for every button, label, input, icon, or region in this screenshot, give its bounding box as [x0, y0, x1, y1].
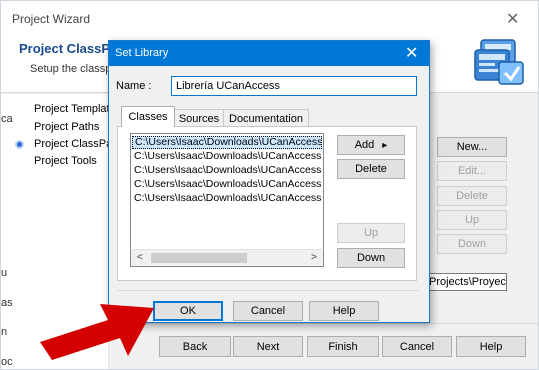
help-button[interactable]: Help: [309, 301, 379, 321]
list-item[interactable]: C:\Users\Isaac\Downloads\UCanAccess: [132, 150, 322, 163]
wizard-down-button[interactable]: Down: [437, 234, 507, 254]
chevron-right-icon: ▸: [382, 139, 388, 151]
wizard-close-icon[interactable]: ✕: [506, 9, 519, 29]
list-item[interactable]: C:\Users\Isaac\Downloads\UCanAccess: [132, 192, 322, 205]
project-path-field[interactable]: Projects\Proyect: [426, 273, 507, 291]
dialog-title-bar: Set Library ✕: [109, 41, 429, 66]
edit-button[interactable]: Edit...: [437, 161, 507, 181]
scroll-left-icon[interactable]: <: [137, 252, 143, 263]
tab-documentation[interactable]: Documentation: [223, 109, 309, 127]
current-step-icon: [15, 140, 24, 149]
wizard-cancel-button[interactable]: Cancel: [382, 336, 452, 357]
dialog-close-icon[interactable]: ✕: [405, 43, 418, 63]
up-button[interactable]: Up: [337, 223, 405, 243]
nav-project-template[interactable]: Project Template: [34, 103, 116, 115]
dialog-divider: [117, 290, 419, 291]
list-item[interactable]: C:\Users\Isaac\Downloads\UCanAccess: [132, 136, 322, 149]
wizard-title-bar: Project Wizard ✕: [1, 1, 538, 35]
add-button-label: Add: [354, 139, 375, 151]
cut-off-text: as: [1, 297, 13, 309]
tab-classes[interactable]: Classes: [121, 106, 175, 127]
cancel-button[interactable]: Cancel: [233, 301, 303, 321]
horizontal-scrollbar[interactable]: < >: [130, 249, 324, 267]
cut-off-text: u: [1, 267, 8, 279]
cut-off-text: oc: [1, 356, 13, 368]
list-item[interactable]: C:\Users\Isaac\Downloads\UCanAccess: [132, 178, 322, 191]
next-button[interactable]: Next: [233, 336, 303, 357]
library-name-input[interactable]: Librería UCanAccess: [171, 76, 417, 96]
new-button[interactable]: New...: [437, 137, 507, 157]
red-arrow-icon: [40, 304, 154, 360]
delete-button[interactable]: Delete: [337, 159, 405, 179]
add-button[interactable]: Add ▸: [337, 135, 405, 155]
library-tabs: Classes Sources Documentation: [121, 106, 421, 127]
nav-project-classpath[interactable]: Project ClassPat: [34, 138, 115, 150]
down-button[interactable]: Down: [337, 248, 405, 268]
cut-off-text: ca: [1, 113, 13, 125]
wizard-subtitle: Setup the classpa: [30, 63, 118, 75]
wizard-help-button[interactable]: Help: [456, 336, 526, 357]
set-library-dialog: Set Library ✕ Name : Librería UCanAccess…: [108, 40, 430, 323]
wizard-up-button[interactable]: Up: [437, 210, 507, 230]
tab-sources[interactable]: Sources: [174, 109, 224, 127]
wizard-title: Project Wizard: [12, 12, 91, 26]
wizard-heading: Project ClassP: [19, 41, 111, 56]
scrollbar-thumb[interactable]: [151, 253, 247, 263]
name-label: Name :: [116, 80, 152, 92]
scroll-right-icon[interactable]: >: [311, 252, 317, 263]
dialog-title: Set Library: [115, 47, 169, 59]
list-item[interactable]: C:\Users\Isaac\Downloads\UCanAccess: [132, 164, 322, 177]
nav-project-paths[interactable]: Project Paths: [34, 121, 99, 133]
project-library-icon: [474, 39, 524, 85]
wizard-delete-button[interactable]: Delete: [437, 186, 507, 206]
finish-button[interactable]: Finish: [307, 336, 379, 357]
classes-list[interactable]: C:\Users\Isaac\Downloads\UCanAccess C:\U…: [130, 133, 324, 267]
cut-off-text: n: [1, 326, 8, 338]
nav-project-tools[interactable]: Project Tools: [34, 155, 97, 167]
